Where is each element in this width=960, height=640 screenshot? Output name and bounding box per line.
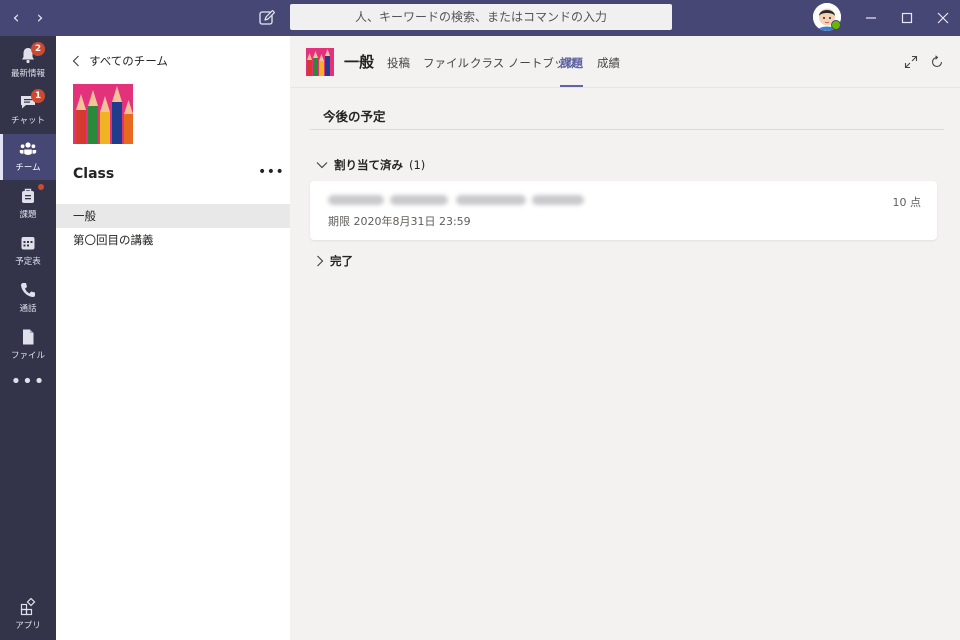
app-rail: 2 最新情報 1 チャット チーム 課題 予定表 通話 ファイル ••• アプリ [0, 36, 56, 640]
phone-icon [21, 283, 35, 297]
assigned-group-toggle[interactable]: 割り当て済み (1) [316, 156, 425, 174]
chevron-right-icon [317, 255, 324, 267]
due-date: 期限 2020年8月31日 23:59 [328, 215, 471, 228]
channel-item-general[interactable]: 一般 [56, 204, 290, 228]
tab-assignments[interactable]: 課題 [560, 55, 583, 87]
channel-title: 一般 [344, 53, 375, 71]
team-more-options-button[interactable]: ••• [258, 164, 284, 180]
team-image [73, 84, 133, 144]
notification-badge: 2 [31, 42, 45, 56]
rail-item-calls[interactable]: 通話 [0, 275, 56, 321]
presence-status-icon [831, 20, 841, 30]
main-content: 一般 投稿 ファイル クラス ノートブック 課題 成績 今後の予定 割り当て済み… [290, 36, 960, 640]
rail-item-calendar[interactable]: 予定表 [0, 228, 56, 274]
assignment-title-blurred [328, 193, 586, 207]
rail-item-label: 通話 [19, 304, 37, 314]
rail-item-apps[interactable]: アプリ [0, 592, 56, 638]
back-arrow-button[interactable]: ‹ [6, 8, 26, 28]
back-to-all-teams-link[interactable]: すべてのチーム [72, 52, 168, 70]
team-panel: すべてのチーム Class ••• 一般 第〇回目の講義 [56, 36, 290, 640]
forward-arrow-button[interactable]: › [30, 8, 50, 28]
chevron-down-icon [316, 162, 328, 169]
notification-dot [38, 184, 44, 190]
assignments-icon [22, 188, 34, 203]
refresh-icon[interactable] [930, 55, 944, 69]
rail-item-activity[interactable]: 2 最新情報 [0, 40, 56, 86]
notification-badge: 1 [31, 89, 45, 103]
compose-icon[interactable] [258, 9, 276, 27]
tab-grades[interactable]: 成績 [597, 55, 620, 87]
back-label: すべてのチーム [89, 54, 168, 68]
divider [310, 129, 944, 130]
maximize-button[interactable] [895, 6, 919, 30]
assigned-count: (1) [409, 158, 426, 172]
file-icon [23, 329, 34, 345]
minimize-button[interactable] [859, 6, 883, 30]
team-name: Class [73, 166, 115, 182]
channel-image [306, 48, 334, 76]
rail-item-chat[interactable]: 1 チャット [0, 87, 56, 133]
teams-icon [19, 142, 37, 155]
channel-header: 一般 投稿 ファイル クラス ノートブック 課題 成績 [290, 36, 960, 88]
assigned-label: 割り当て済み [334, 158, 403, 172]
rail-item-teams[interactable]: チーム [0, 134, 56, 180]
points: 10 点 [892, 196, 922, 209]
tab-posts[interactable]: 投稿 [387, 55, 410, 87]
rail-item-assignments[interactable]: 課題 [0, 181, 56, 227]
expand-icon[interactable] [904, 55, 918, 69]
rail-item-label: ファイル [10, 351, 45, 361]
title-bar: ‹ › 人、キーワードの検索、またはコマンドの入力 [0, 0, 960, 36]
calendar-icon [21, 237, 35, 250]
rail-item-files[interactable]: ファイル [0, 322, 56, 368]
search-input[interactable]: 人、キーワードの検索、またはコマンドの入力 [290, 4, 672, 30]
upcoming-heading: 今後の予定 [323, 109, 386, 124]
close-button[interactable] [931, 6, 955, 30]
assignment-card[interactable]: 期限 2020年8月31日 23:59 10 点 [310, 181, 937, 240]
tab-files[interactable]: ファイル [423, 55, 469, 87]
apps-icon [20, 598, 36, 616]
rail-item-label: 予定表 [15, 257, 41, 267]
chevron-left-icon [72, 55, 79, 67]
completed-group-toggle[interactable]: 完了 [316, 252, 353, 270]
more-apps-button[interactable]: ••• [0, 373, 56, 391]
channel-item-lecture[interactable]: 第〇回目の講義 [56, 228, 290, 252]
rail-item-label: 最新情報 [10, 69, 45, 79]
rail-item-label: 課題 [19, 210, 37, 220]
rail-item-label: チーム [15, 163, 41, 173]
completed-label: 完了 [330, 254, 353, 268]
rail-item-label: チャット [11, 116, 45, 126]
rail-item-label: アプリ [15, 621, 41, 631]
